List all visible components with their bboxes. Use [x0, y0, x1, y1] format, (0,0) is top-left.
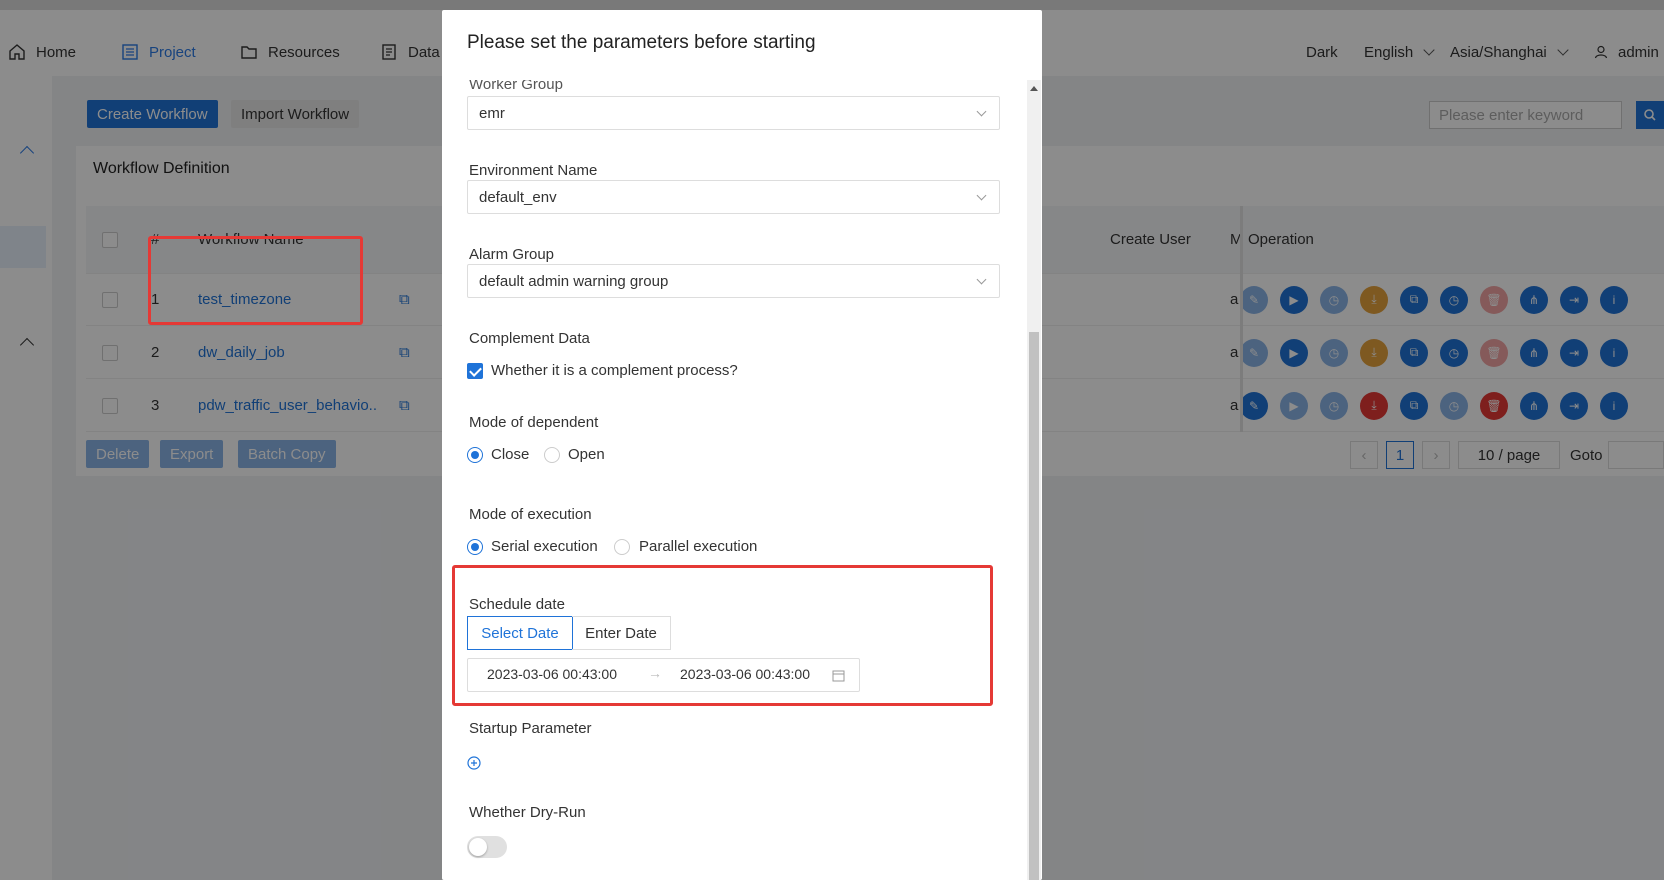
dry-run-label: Whether Dry-Run: [469, 804, 586, 821]
scrollbar-thumb[interactable]: [1029, 332, 1039, 880]
execution-parallel-radio[interactable]: [614, 539, 630, 555]
modal-scrollbar[interactable]: [1027, 80, 1041, 880]
modal-body: Worker Group emr Environment Name defaul…: [442, 80, 1042, 880]
environment-name-value: default_env: [479, 188, 557, 206]
add-circle-icon[interactable]: [467, 756, 481, 770]
dry-run-switch[interactable]: [467, 836, 507, 858]
dependent-open-label: Open: [568, 446, 605, 463]
worker-group-select[interactable]: emr: [467, 96, 1000, 130]
environment-name-label: Environment Name: [469, 162, 598, 179]
mode-of-dependent-label: Mode of dependent: [469, 414, 599, 431]
worker-group-label: Worker Group: [469, 80, 563, 93]
execution-serial-radio[interactable]: [467, 539, 483, 555]
mode-of-execution-label: Mode of execution: [469, 506, 592, 523]
highlight-box: [452, 565, 993, 706]
complement-checkbox-label: Whether it is a complement process?: [491, 362, 738, 379]
complement-checkbox[interactable]: [467, 363, 483, 379]
scroll-up-icon[interactable]: [1030, 86, 1038, 91]
dependent-close-radio[interactable]: [467, 447, 483, 463]
chevron-down-icon: [976, 106, 987, 117]
alarm-group-value: default admin warning group: [479, 272, 669, 290]
complement-data-label: Complement Data: [469, 330, 590, 347]
alarm-group-label: Alarm Group: [469, 246, 555, 263]
environment-name-select[interactable]: default_env: [467, 180, 1000, 214]
startup-parameter-label: Startup Parameter: [469, 720, 592, 737]
chevron-down-icon: [976, 274, 987, 285]
chevron-down-icon: [976, 190, 987, 201]
worker-group-value: emr: [479, 104, 505, 122]
start-parameters-modal: Please set the parameters before startin…: [442, 10, 1042, 880]
alarm-group-select[interactable]: default admin warning group: [467, 264, 1000, 298]
dependent-close-label: Close: [491, 446, 530, 463]
execution-serial-label: Serial execution: [491, 538, 598, 555]
execution-parallel-label: Parallel execution: [639, 538, 758, 555]
highlight-box: [148, 236, 363, 325]
modal-title: Please set the parameters before startin…: [467, 32, 816, 53]
dependent-open-radio[interactable]: [544, 447, 560, 463]
